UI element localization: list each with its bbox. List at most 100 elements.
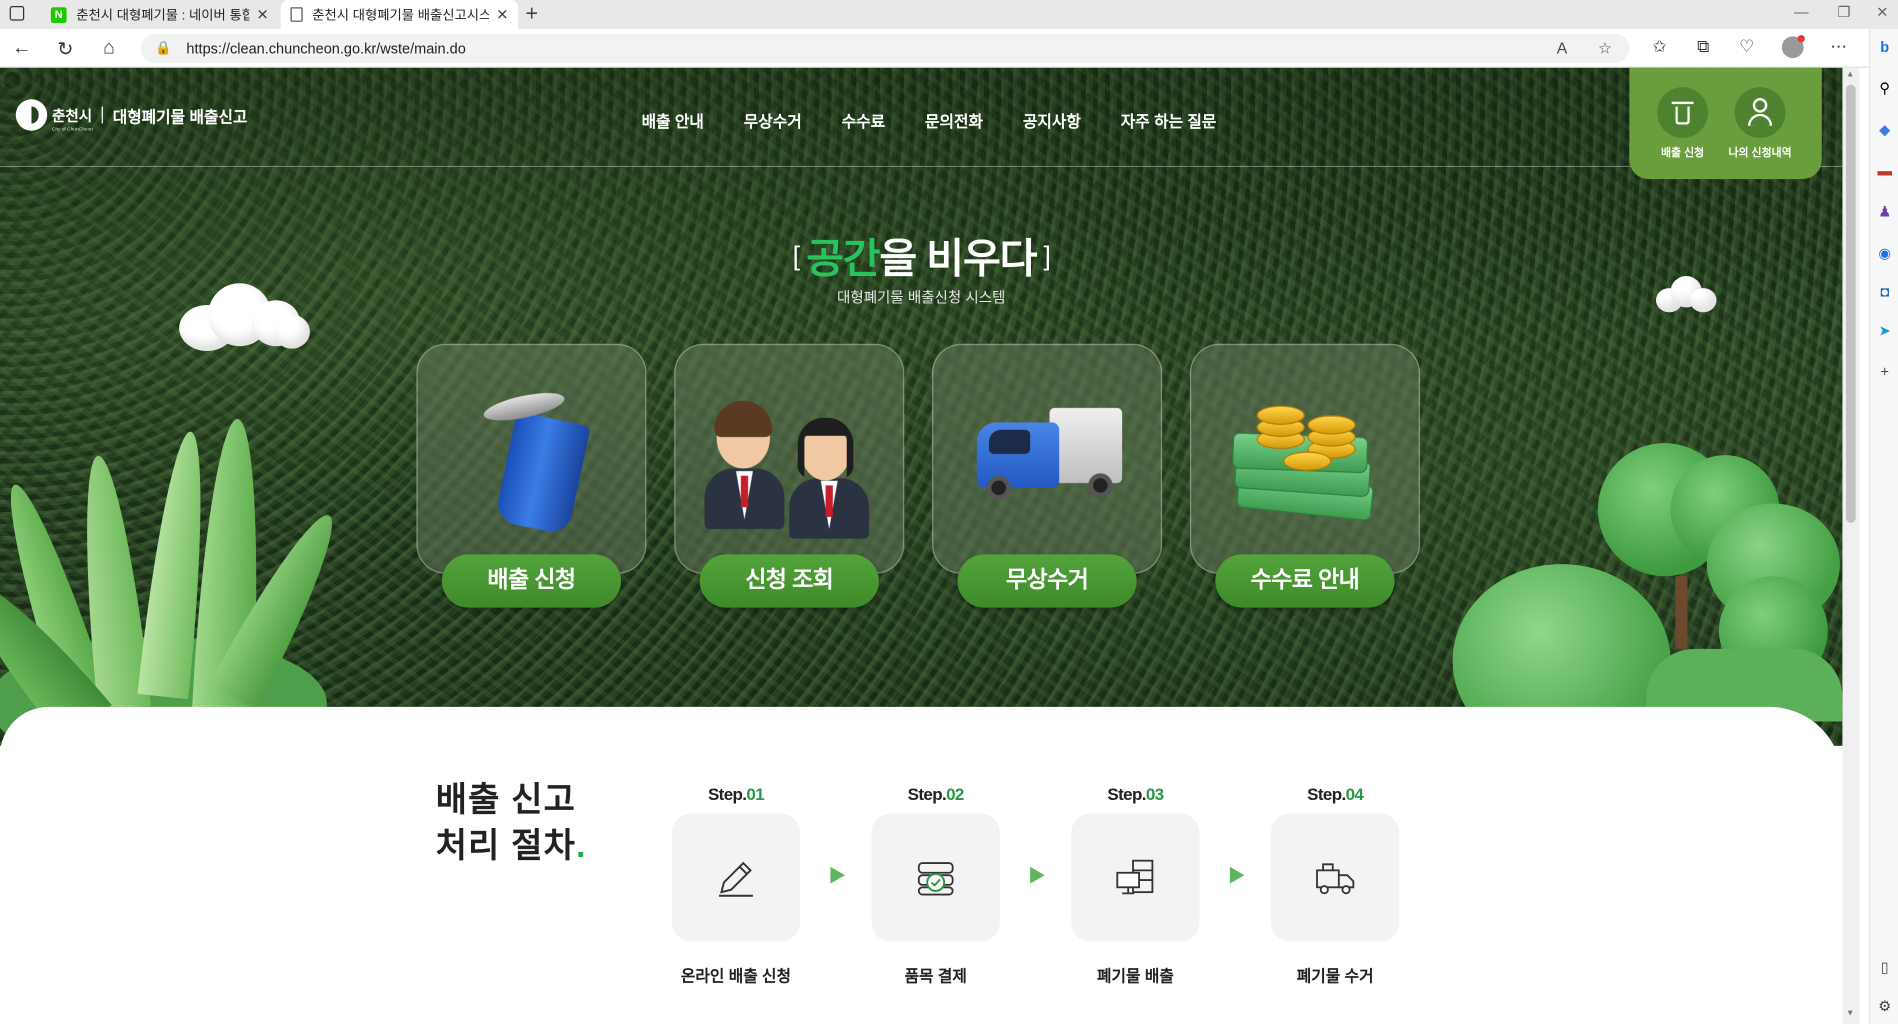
process-title-line1: 배출 신고 bbox=[435, 780, 576, 819]
search-icon[interactable]: ⚲ bbox=[1876, 80, 1893, 97]
quick-my-requests-button[interactable]: 나의 신청내역 bbox=[1724, 87, 1797, 160]
new-tab-button[interactable]: + bbox=[525, 1, 538, 26]
card-inquiry[interactable] bbox=[674, 343, 905, 574]
process-section: 배출 신고 처리 절차. Step.01 온라인 배출 신청 Step.02 품… bbox=[0, 706, 1843, 1024]
outlook-icon[interactable]: ◘ bbox=[1876, 283, 1893, 300]
process-title: 배출 신고 처리 절차. bbox=[436, 777, 587, 869]
logo-divider bbox=[101, 106, 104, 124]
close-tab-icon[interactable]: ✕ bbox=[496, 6, 508, 23]
main-nav: 배출 안내 무상수거 수수료 문의전화 공지사항 자주 하는 질문 bbox=[642, 109, 1257, 132]
scroll-up-icon[interactable]: ▲ bbox=[1846, 70, 1854, 78]
chuncheon-logo-icon bbox=[15, 99, 48, 131]
step-3: Step.03 폐기물 배출 bbox=[1071, 784, 1200, 986]
nav-item-disposal-guide[interactable]: 배출 안내 bbox=[642, 109, 704, 132]
back-icon[interactable]: ← bbox=[11, 38, 33, 60]
edge-sidebar: b ⚲ ◆ ▬ ♟ ◉ ◘ ➤ + ▯ ⚙ bbox=[1869, 29, 1898, 1024]
scroll-thumb[interactable] bbox=[1846, 84, 1856, 523]
card-free-collection[interactable] bbox=[932, 343, 1163, 574]
page-viewport: 춘천시 City of ChunCheon 대형폐기물 배출신고 배출 안내 무… bbox=[0, 67, 1843, 1024]
step-2: Step.02 품목 결제 bbox=[871, 784, 1000, 986]
process-title-line2: 처리 절차 bbox=[435, 826, 576, 865]
copilot-icon[interactable]: b bbox=[1876, 39, 1893, 56]
extensions-icon[interactable]: ♡ bbox=[1736, 36, 1758, 57]
profile-avatar[interactable] bbox=[1781, 35, 1805, 59]
step-icon-box bbox=[871, 813, 1000, 942]
minimize-icon[interactable]: — bbox=[1794, 4, 1809, 21]
truck-icon bbox=[1316, 863, 1355, 895]
shopping-icon[interactable]: ◆ bbox=[1876, 121, 1893, 138]
tools-icon[interactable]: ▬ bbox=[1876, 162, 1893, 179]
games-icon[interactable]: ♟ bbox=[1876, 203, 1893, 220]
step-arrow-icon bbox=[1229, 866, 1245, 884]
bracket-close: ] bbox=[1043, 240, 1051, 272]
logo-title: 대형폐기물 배출신고 bbox=[112, 107, 248, 126]
page-icon bbox=[290, 7, 303, 22]
browser-tab-strip: N 춘천시 대형폐기물 : 네이버 통합 ✕ 춘천시 대형폐기물 배출신고시스 … bbox=[0, 0, 1898, 30]
refresh-icon[interactable]: ↻ bbox=[54, 38, 76, 62]
step-label: Step.01 bbox=[707, 784, 765, 804]
url-field[interactable]: 🔒 https://clean.chuncheon.go.kr/wste/mai… bbox=[140, 33, 1630, 63]
read-aloud-icon[interactable]: A bbox=[1557, 39, 1567, 57]
scroll-down-icon[interactable]: ▼ bbox=[1846, 1010, 1854, 1018]
browser-tab-active[interactable]: 춘천시 대형폐기물 배출신고시스 ✕ bbox=[280, 0, 519, 30]
nav-item-notice[interactable]: 공지사항 bbox=[1023, 109, 1081, 132]
quick-apply-label: 배출 신청 bbox=[1661, 146, 1705, 159]
send-icon[interactable]: ➤ bbox=[1876, 322, 1893, 339]
browser-tab-naver[interactable]: N 춘천시 대형폐기물 : 네이버 통합 ✕ bbox=[41, 0, 278, 29]
pencil-icon bbox=[719, 861, 753, 897]
lock-icon[interactable]: 🔒 bbox=[155, 40, 172, 56]
step-arrow-icon bbox=[1030, 866, 1045, 884]
restore-icon[interactable]: ❐ bbox=[1838, 4, 1851, 21]
step-label: Step.02 bbox=[907, 784, 965, 804]
nav-item-fee[interactable]: 수수료 bbox=[842, 109, 885, 132]
tab-actions-icon[interactable] bbox=[9, 6, 25, 21]
bracket-open: [ bbox=[792, 240, 800, 272]
fee-guide-button[interactable]: 수수료 안내 bbox=[1215, 554, 1395, 608]
site-header: 춘천시 City of ChunCheon 대형폐기물 배출신고 배출 안내 무… bbox=[0, 68, 1843, 168]
step-name: 폐기물 수거 bbox=[1296, 967, 1374, 986]
payment-icon bbox=[917, 862, 954, 896]
nav-item-free-collection[interactable]: 무상수거 bbox=[744, 109, 802, 132]
home-icon[interactable]: ⌂ bbox=[98, 38, 120, 60]
quick-apply-button[interactable]: 배출 신청 bbox=[1646, 87, 1719, 160]
tab-title: 춘천시 대형폐기물 : 네이버 통합 bbox=[76, 8, 250, 23]
address-bar-row: ← ↻ ⌂ 🔒 https://clean.chuncheon.go.kr/ws… bbox=[0, 29, 1898, 68]
step-name: 품목 결제 bbox=[904, 967, 967, 986]
step-icon-box bbox=[1271, 813, 1400, 942]
sidebar-toggle-icon[interactable]: ▯ bbox=[1876, 959, 1893, 976]
cloud-left bbox=[179, 283, 312, 356]
close-tab-icon[interactable]: ✕ bbox=[257, 6, 269, 23]
free-collection-button[interactable]: 무상수거 bbox=[957, 554, 1137, 608]
favorite-star-icon[interactable]: ☆ bbox=[1598, 39, 1612, 58]
apply-button[interactable]: 배출 신청 bbox=[441, 554, 621, 608]
settings-icon[interactable]: ⚙ bbox=[1876, 997, 1893, 1014]
quick-my-requests-label: 나의 신청내역 bbox=[1728, 146, 1792, 159]
hero-title-highlight: 공간 bbox=[806, 236, 881, 283]
url-text[interactable]: https://clean.chuncheon.go.kr/wste/main.… bbox=[186, 40, 465, 57]
cloud-right bbox=[1655, 275, 1717, 315]
quick-menu: 배출 신청 나의 신청내역 bbox=[1629, 67, 1822, 180]
nav-item-contact[interactable]: 문의전화 bbox=[925, 109, 983, 132]
step-name: 온라인 배출 신청 bbox=[680, 967, 792, 986]
page-scrollbar[interactable]: ▲ ▼ bbox=[1842, 67, 1860, 1024]
add-icon[interactable]: + bbox=[1876, 363, 1893, 380]
naver-icon: N bbox=[50, 6, 67, 23]
step-icon-box bbox=[671, 813, 801, 942]
logo-city-en: City of ChunCheon bbox=[52, 125, 93, 132]
more-icon[interactable]: ⋯ bbox=[1828, 36, 1850, 57]
favorites-icon[interactable]: ✩ bbox=[1649, 36, 1671, 57]
step-1: Step.01 온라인 배출 신청 bbox=[671, 784, 801, 986]
process-title-dot: . bbox=[575, 826, 587, 865]
hero-title: [공간을 비우다] bbox=[0, 225, 1842, 284]
collections-icon[interactable]: ⧉ bbox=[1692, 36, 1714, 57]
step-label: Step.04 bbox=[1307, 784, 1364, 804]
furniture-icon bbox=[1116, 859, 1154, 895]
microsoft365-icon[interactable]: ◉ bbox=[1876, 245, 1893, 262]
close-window-icon[interactable]: ✕ bbox=[1876, 4, 1888, 21]
nav-item-faq[interactable]: 자주 하는 질문 bbox=[1121, 109, 1217, 132]
hero-title-rest: 을 비우다 bbox=[879, 236, 1037, 283]
site-logo[interactable]: 춘천시 City of ChunCheon 대형폐기물 배출신고 bbox=[15, 99, 248, 132]
card-fee-guide[interactable] bbox=[1189, 343, 1420, 574]
card-apply[interactable] bbox=[416, 343, 647, 574]
inquiry-button[interactable]: 신청 조회 bbox=[699, 554, 879, 608]
